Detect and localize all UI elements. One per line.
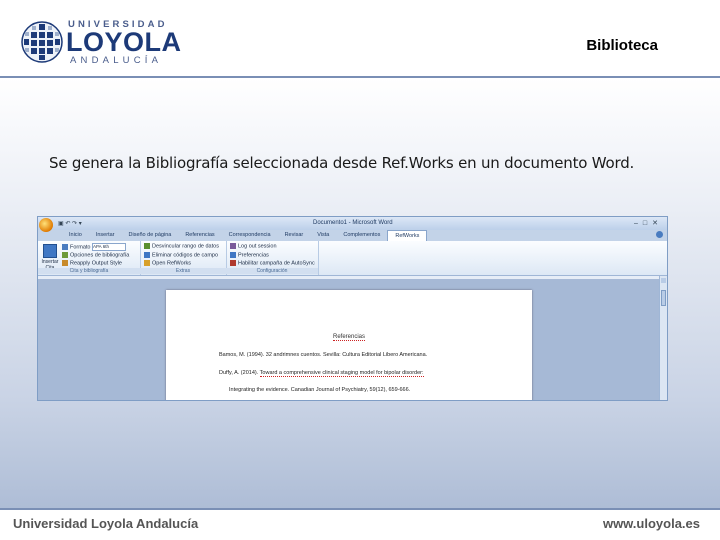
word-screenshot: ▣ ↶ ↷ ▾ Documento1 - Microsoft Word ‒□✕ …	[37, 216, 668, 401]
ruler	[38, 276, 660, 279]
loyola-globe-icon	[21, 21, 63, 63]
tab-inicio[interactable]: Inicio	[62, 230, 89, 241]
format-label: Formato	[70, 244, 91, 251]
preferences-label: Preferencias	[238, 252, 269, 259]
reference-entry-2-author: Duffy, A. (2014).	[219, 370, 259, 376]
autosync-icon	[230, 260, 236, 266]
slide-footer: Universidad Loyola Andalucía www.uloyola…	[0, 510, 720, 540]
quick-access-toolbar[interactable]: ▣ ↶ ↷ ▾	[58, 220, 82, 227]
format-icon	[62, 244, 68, 250]
logo-text-main: LOYOLA	[66, 27, 182, 57]
insert-citation-button[interactable]: Insertar Cita	[41, 243, 59, 271]
open-refworks-icon	[144, 260, 150, 266]
reference-entry-2-title: Toward a comprehensive clinical staging …	[259, 370, 424, 377]
insert-citation-icon	[43, 244, 57, 258]
remove-codes-icon	[144, 243, 150, 249]
bib-options-button[interactable]: Opciones de bibliografía	[62, 252, 129, 259]
footer-website[interactable]: www.uloyola.es	[603, 516, 700, 531]
help-icon[interactable]	[656, 231, 663, 238]
remove-field-codes-label: Eliminar códigos de campo	[152, 252, 219, 259]
university-logo: UNIVERSIDAD LOYOLA ANDALUCÍA	[20, 19, 182, 66]
tab-complementos[interactable]: Complementos	[336, 230, 387, 241]
log-out-button[interactable]: Log out session	[230, 243, 277, 250]
references-heading-text: Referencias	[332, 334, 365, 341]
ribbon: Insertar Cita Formato APA 6th Opciones d…	[38, 241, 667, 276]
scroll-up-icon[interactable]	[661, 278, 666, 283]
reapply-style-label: Reapply Output Style	[70, 260, 122, 267]
remove-codes-button[interactable]: Desvincular rango de datos	[144, 243, 219, 250]
word-window-title: Documento1 - Microsoft Word	[313, 220, 393, 226]
tab-revisar[interactable]: Revisar	[278, 230, 311, 241]
references-heading: Referencias	[166, 334, 532, 341]
ribbon-group-extras: Desvincular rango de datos Eliminar códi…	[140, 241, 227, 275]
tab-diseno[interactable]: Diseño de página	[122, 230, 179, 241]
footer-university-name: Universidad Loyola Andalucía	[13, 516, 199, 531]
group-label-config: Configuración	[226, 268, 318, 274]
group-label-cita: Cita y bibliografía	[38, 268, 140, 274]
group-label-extras: Extras	[140, 268, 226, 274]
document-page[interactable]: Referencias Bamos, M. (1994). 32 andrimn…	[166, 290, 532, 400]
reference-entry-1: Bamos, M. (1994). 32 andrimnes cuentos. …	[219, 352, 428, 358]
format-select[interactable]: APA 6th	[92, 243, 127, 251]
autosync-button[interactable]: Habilitar campaña de AutoSync	[230, 260, 315, 267]
tab-insertar[interactable]: Insertar	[89, 230, 122, 241]
format-dropdown[interactable]: Formato APA 6th	[62, 243, 127, 251]
autosync-label: Habilitar campaña de AutoSync	[238, 260, 315, 267]
ribbon-tabs: Inicio Insertar Diseño de página Referen…	[38, 230, 667, 242]
tab-vista[interactable]: Vista	[310, 230, 336, 241]
remove-codes-label: Desvincular rango de datos	[152, 243, 219, 250]
log-out-icon	[230, 243, 236, 249]
slide-body: Se genera la Bibliografía seleccionada d…	[0, 78, 720, 508]
log-out-label: Log out session	[238, 243, 277, 250]
reapply-style-button[interactable]: Reapply Output Style	[62, 260, 122, 267]
ribbon-group-cita: Insertar Cita Formato APA 6th Opciones d…	[38, 241, 141, 275]
scroll-thumb[interactable]	[661, 290, 666, 306]
tab-referencias[interactable]: Referencias	[178, 230, 221, 241]
slide-header: UNIVERSIDAD LOYOLA ANDALUCÍA Biblioteca	[0, 0, 720, 76]
open-refworks-button[interactable]: Open RefWorks	[144, 260, 191, 267]
logo-text-bottom: ANDALUCÍA	[70, 55, 163, 66]
reference-entry-2-cont: Integrating the evidence. Canadian Journ…	[229, 387, 411, 393]
ribbon-group-config: Log out session Preferencias Habilitar c…	[226, 241, 319, 275]
bib-options-icon	[62, 252, 68, 258]
slide-subtitle: Se genera la Bibliografía seleccionada d…	[49, 154, 635, 172]
open-refworks-label: Open RefWorks	[152, 260, 192, 267]
remove-field-codes-icon	[144, 252, 150, 258]
reference-entry-2: Duffy, A. (2014). Toward a comprehensive…	[219, 370, 424, 377]
bib-options-label: Opciones de bibliografía	[70, 252, 130, 259]
word-titlebar: ▣ ↶ ↷ ▾ Documento1 - Microsoft Word ‒□✕	[38, 217, 667, 232]
page-title: Biblioteca	[586, 37, 658, 54]
preferences-icon	[230, 252, 236, 258]
window-controls[interactable]: ‒□✕	[634, 219, 663, 227]
vertical-scrollbar[interactable]	[659, 276, 667, 400]
remove-field-codes-button[interactable]: Eliminar códigos de campo	[144, 252, 218, 259]
tab-correspondencia[interactable]: Correspondencia	[222, 230, 278, 241]
preferences-button[interactable]: Preferencias	[230, 252, 269, 259]
reapply-style-icon	[62, 260, 68, 266]
